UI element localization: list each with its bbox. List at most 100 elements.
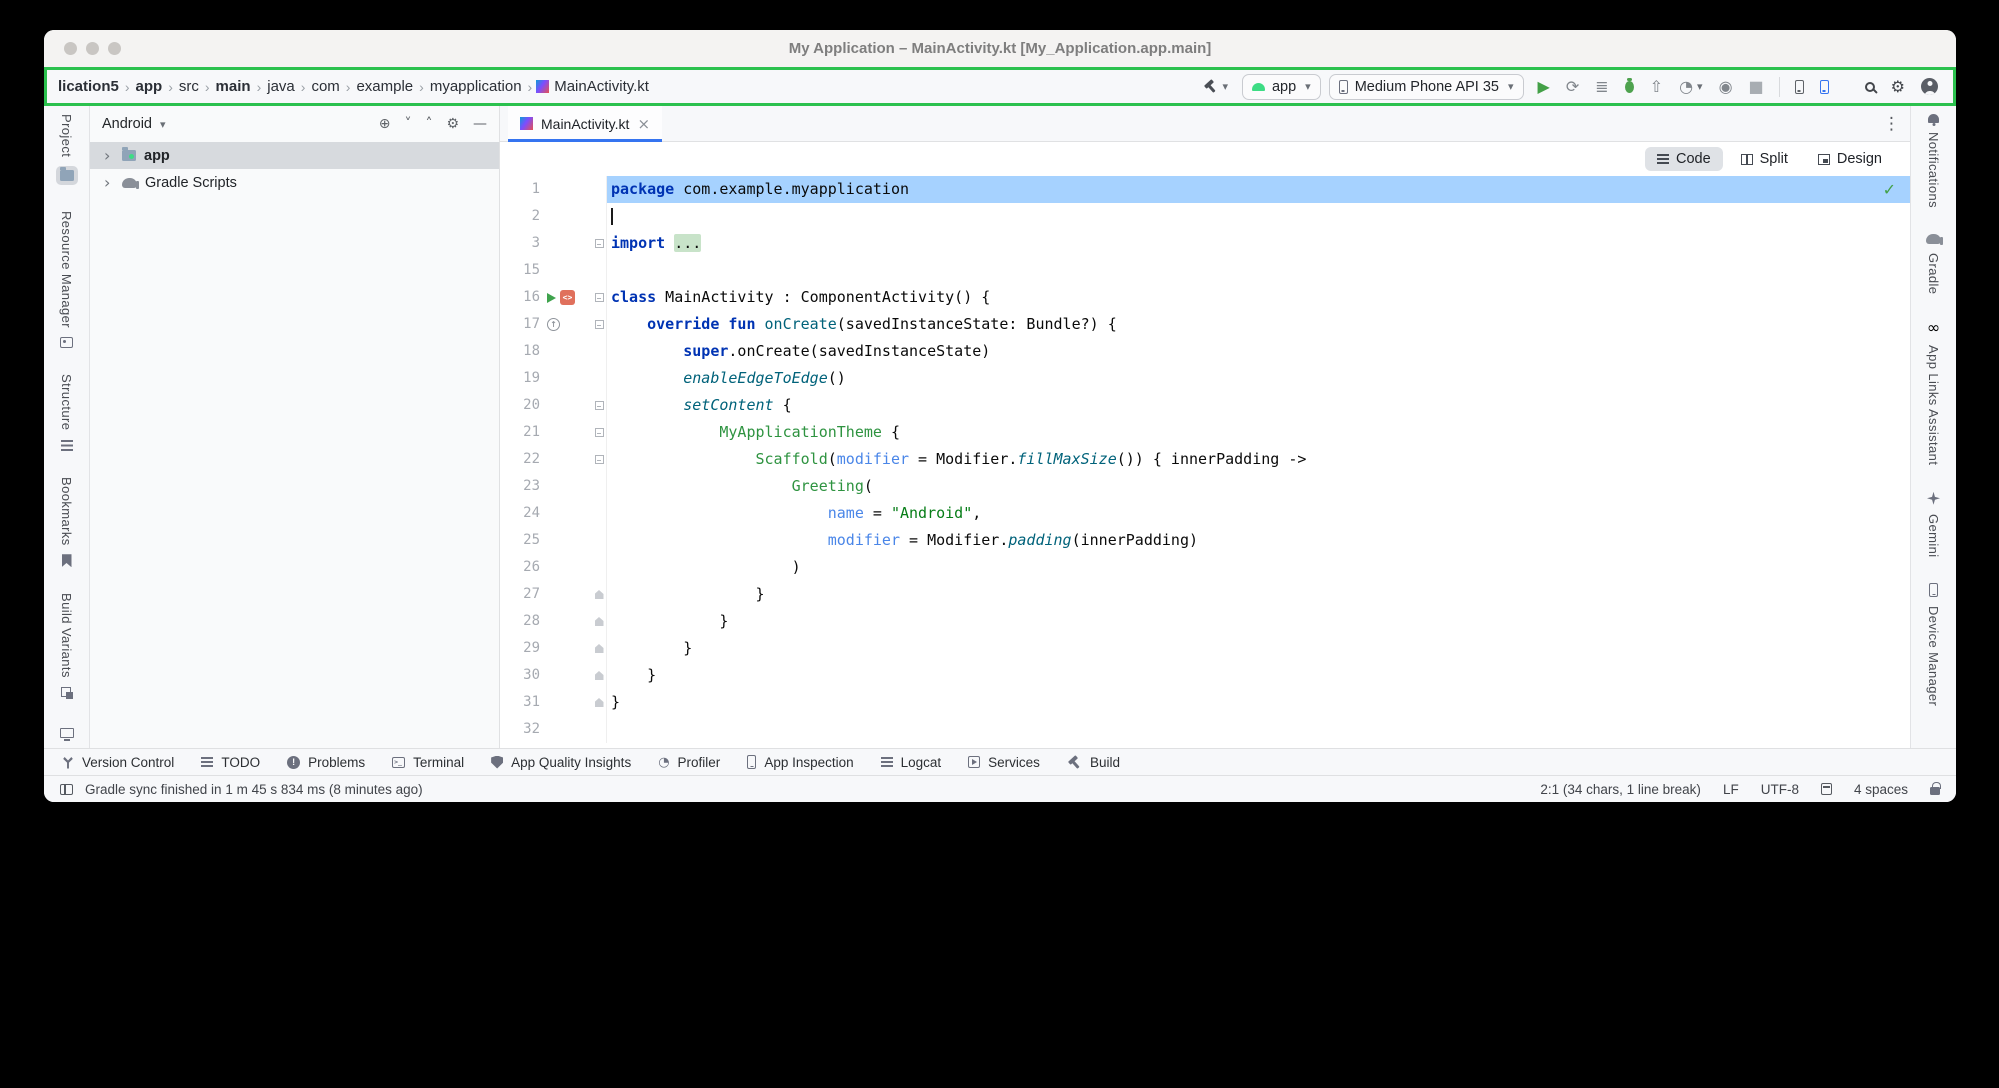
run-line-icon[interactable] [547, 293, 556, 303]
code-content[interactable]: } [607, 635, 1910, 662]
tool-window-button-gemini[interactable]: Gemini [1926, 492, 1941, 558]
inspections-widget-check-icon[interactable]: ✓ [1883, 180, 1896, 199]
expand-arrow-icon[interactable]: › [104, 146, 114, 165]
code-content[interactable]: import ... [607, 230, 1910, 257]
code-content[interactable]: setContent { [607, 392, 1910, 419]
running-devices-button[interactable] [1789, 77, 1810, 97]
code-content[interactable]: Scaffold(modifier = Modifier.fillMaxSize… [607, 446, 1910, 473]
close-window-button[interactable] [64, 42, 77, 55]
tool-window-button-version-control[interactable]: Version Control [62, 755, 174, 770]
status-widget-icon[interactable] [1821, 783, 1832, 795]
breadcrumb-item-src[interactable]: src [177, 77, 201, 96]
tool-window-button-app-quality-insights[interactable]: App Quality Insights [491, 755, 631, 770]
search-everywhere-button[interactable] [1859, 79, 1881, 95]
code-content[interactable] [607, 716, 1910, 743]
editor-mode-split[interactable]: Split [1729, 147, 1800, 171]
minimize-window-button[interactable] [86, 42, 99, 55]
tool-window-button-project[interactable]: Project [56, 114, 78, 185]
tool-window-button-bookmarks[interactable]: Bookmarks [59, 477, 74, 568]
apply-changes-button[interactable]: ⟳ [1560, 76, 1585, 98]
tool-window-button-todo[interactable]: TODO [201, 755, 260, 770]
tool-window-button-gradle[interactable]: Gradle [1926, 234, 1941, 294]
encoding-widget[interactable]: UTF-8 [1761, 782, 1799, 797]
code-content[interactable]: } [607, 581, 1910, 608]
fold-collapse-icon[interactable] [595, 320, 604, 329]
editor-tab-mainactivity[interactable]: MainActivity.kt × [508, 106, 662, 141]
tab-options-icon[interactable]: ⋮ [1883, 114, 1900, 134]
settings-button[interactable]: ⚙ [1885, 76, 1911, 98]
code-content[interactable]: MyApplicationTheme { [607, 419, 1910, 446]
tool-window-button-logcat[interactable]: Logcat [881, 755, 942, 770]
breadcrumb-item-example[interactable]: example [354, 77, 415, 96]
breadcrumb-item-lication5[interactable]: lication5 [56, 77, 121, 96]
code-content[interactable]: enableEdgeToEdge() [607, 365, 1910, 392]
tool-window-button-services[interactable]: Services [968, 755, 1040, 770]
zoom-window-button[interactable] [108, 42, 121, 55]
indent-widget[interactable]: 4 spaces [1854, 782, 1908, 797]
tool-window-button-build[interactable]: Build [1067, 755, 1120, 770]
fold-end-icon[interactable] [595, 644, 604, 653]
tool-window-button-profiler[interactable]: ◔Profiler [658, 755, 720, 770]
device-select[interactable]: Medium Phone API 35 ▾ [1329, 74, 1524, 100]
hide-panel-button[interactable]: — [473, 115, 487, 133]
close-tab-icon[interactable]: × [637, 115, 650, 133]
code-content[interactable] [607, 203, 1910, 230]
code-content[interactable]: ) [607, 554, 1910, 581]
breadcrumb-item-app[interactable]: app [134, 77, 165, 96]
lock-icon[interactable] [1930, 787, 1940, 795]
account-button[interactable] [1915, 75, 1944, 98]
code-content[interactable]: } [607, 608, 1910, 635]
tool-window-button-terminal[interactable]: Terminal [392, 755, 464, 770]
run-button[interactable]: ▶ [1532, 76, 1556, 98]
fold-end-icon[interactable] [595, 590, 604, 599]
tool-window-button-device-manager[interactable]: Device Manager [1926, 583, 1941, 706]
code-content[interactable]: } [607, 689, 1910, 716]
breadcrumb-item-myapplication[interactable]: myapplication [428, 77, 524, 96]
compose-preview-icon[interactable]: <> [560, 290, 575, 305]
tool-window-button-build-variants[interactable]: Build Variants [59, 593, 74, 699]
code-editor[interactable]: CodeSplitDesign ✓ 1package com.example.m… [500, 142, 1910, 748]
code-content[interactable]: Greeting( [607, 473, 1910, 500]
code-content[interactable]: override fun onCreate(savedInstanceState… [607, 311, 1910, 338]
fold-collapse-icon[interactable] [595, 428, 604, 437]
attach-debugger-button[interactable]: ⇧ [1644, 76, 1669, 98]
code-content[interactable]: class MainActivity : ComponentActivity()… [607, 284, 1910, 311]
tool-window-button-notifications[interactable]: Notifications [1926, 114, 1941, 208]
expand-all-button[interactable]: ˅ [404, 115, 411, 133]
expand-arrow-icon[interactable]: › [104, 173, 114, 192]
code-content[interactable]: package com.example.myapplication [607, 176, 1910, 203]
fold-collapse-icon[interactable] [595, 401, 604, 410]
code-content[interactable]: super.onCreate(savedInstanceState) [607, 338, 1910, 365]
apply-code-changes-button[interactable]: ≣ [1589, 76, 1614, 98]
code-content[interactable] [607, 257, 1910, 284]
build-button[interactable]: ▾ [1197, 76, 1234, 97]
tool-window-button-app-inspection[interactable]: App Inspection [747, 755, 853, 770]
tool-window-button-problems[interactable]: Problems [287, 755, 365, 770]
device-mirroring-button[interactable] [1814, 77, 1835, 97]
profiler-button[interactable]: ◔▾ [1673, 76, 1709, 98]
tree-row-app[interactable]: ›app [90, 142, 499, 169]
debug-button[interactable] [1619, 78, 1640, 96]
panel-settings-button[interactable]: ⚙ [446, 115, 459, 133]
tool-window-button-app-links-assistant[interactable]: ∞App Links Assistant [1926, 320, 1941, 465]
override-method-icon[interactable]: ↑ [547, 318, 560, 331]
code-content[interactable]: modifier = Modifier.padding(innerPadding… [607, 527, 1910, 554]
editor-mode-design[interactable]: Design [1806, 147, 1894, 171]
project-view-selector[interactable]: Android ▾ [102, 116, 166, 132]
tool-window-button-resource-manager[interactable]: Resource Manager [59, 211, 74, 348]
fold-collapse-icon[interactable] [595, 239, 604, 248]
tool-window-button-running-devices[interactable] [60, 728, 74, 738]
breadcrumb-item-main[interactable]: main [214, 77, 253, 96]
fold-collapse-icon[interactable] [595, 455, 604, 464]
profile-low-overhead-button[interactable]: ◉ [1713, 76, 1739, 98]
breadcrumb-item-java[interactable]: java [265, 77, 297, 96]
breadcrumb-item-mainactivity-kt[interactable]: MainActivity.kt [552, 77, 651, 96]
fold-end-icon[interactable] [595, 698, 604, 707]
caret-position-widget[interactable]: 2:1 (34 chars, 1 line break) [1540, 782, 1701, 797]
select-opened-file-button[interactable]: ⊕ [379, 115, 391, 133]
code-content[interactable]: } [607, 662, 1910, 689]
code-content[interactable]: name = "Android", [607, 500, 1910, 527]
layout-widget-icon[interactable] [60, 784, 73, 795]
fold-end-icon[interactable] [595, 671, 604, 680]
stop-button[interactable]: ■ [1743, 76, 1770, 98]
